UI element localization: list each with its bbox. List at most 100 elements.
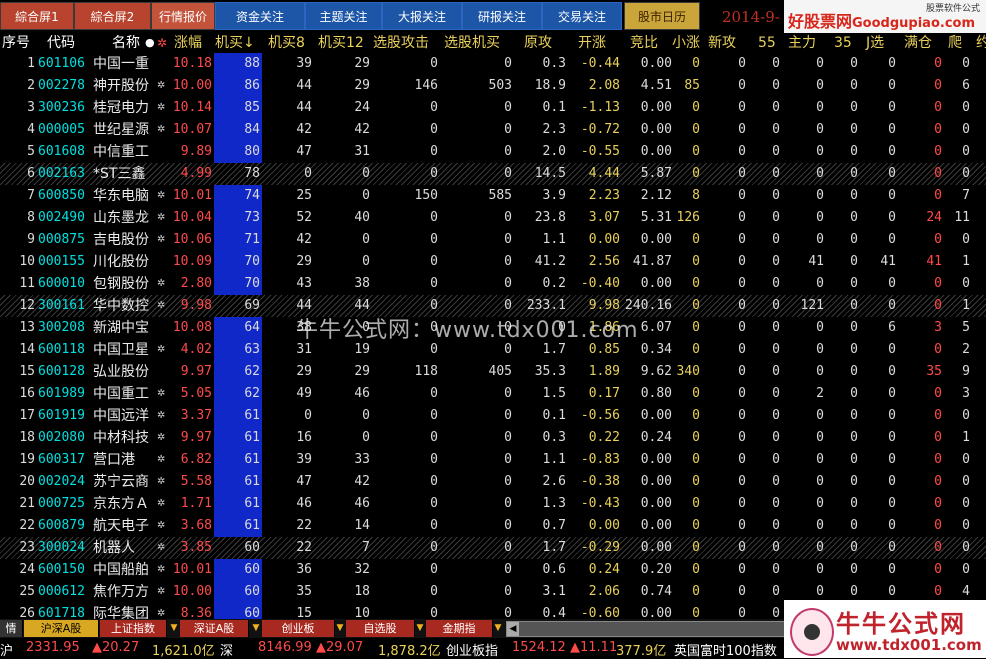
table-row[interactable]: 17 601919 中国远洋 3.37 61 0 0 0 0 0.1 -0.56 0.00 0 0 0 0 0 0… — [0, 405, 986, 427]
tab-research-focus[interactable]: 研报关注 — [462, 2, 542, 30]
cell-code: 300208 — [38, 320, 85, 335]
col-header-35[interactable]: 35 — [834, 33, 852, 53]
table-row[interactable]: 23 300024 机器人 3.85 60 22 7 0 0 1.7 -0.29 0.00 0 0 0 0 0 0… — [0, 537, 986, 559]
horizontal-scrollbar[interactable]: ◀ — [506, 621, 786, 637]
col-header-name[interactable]: 名称 — [112, 33, 140, 53]
tab-market-calendar[interactable]: 股市日历 — [624, 2, 700, 30]
col-header-jimai[interactable]: 机买↓ — [215, 33, 255, 53]
table-row[interactable]: 11 600010 包钢股份 2.80 70 43 38 0 0 0.2 -0.40 0.00 0 0 0 0… — [0, 273, 986, 295]
cell-bid-ratio: 0.00 — [640, 56, 672, 71]
cell-jimai12: 0 — [362, 166, 370, 181]
cell-change: 3.37 — [180, 408, 212, 423]
cell-jimai8: 47 — [296, 474, 312, 489]
cell-35: 0 — [850, 100, 858, 115]
cell-jimai12: 0 — [362, 188, 370, 203]
cell-no: 16 — [19, 386, 35, 401]
table-row[interactable]: 6 002163 *ST三鑫 4.99 78 0 0 0 0 14.5 4.44 5.87 0 0 0 0 0 0… — [0, 163, 986, 185]
table-row[interactable]: 8 002490 山东墨龙 10.04 73 52 40 0 0 23.8 3.07 5.31 126 0… — [0, 207, 986, 229]
cell-j-select: 0 — [888, 210, 896, 225]
col-header-full-position[interactable]: 满仓 — [904, 33, 932, 53]
cell-climb: 0 — [962, 122, 970, 137]
cell-code: 601608 — [38, 144, 85, 159]
dropdown-arrow-icon[interactable]: ▼ — [168, 620, 180, 637]
col-header-55[interactable]: 55 — [758, 33, 776, 53]
table-row[interactable]: 15 600128 弘业股份 9.97 62 29 29 118 405 35.3 1.89 9.62… — [0, 361, 986, 383]
tab-quotes[interactable]: 行情报价 — [151, 2, 215, 30]
bottom-tab-sz-a[interactable]: 深证A股 — [180, 620, 249, 637]
scroll-left-icon[interactable]: ◀ — [507, 622, 519, 636]
dropdown-arrow-icon[interactable]: ▼ — [492, 620, 504, 637]
col-header-yuangong[interactable]: 原攻 — [524, 33, 552, 53]
tab-composite-2[interactable]: 綜合屏2 — [74, 2, 151, 30]
table-row[interactable]: 20 002024 苏宁云商 5.58 61 47 42 0 0 2.6 -0.38 0.00 0 0 0 0… — [0, 471, 986, 493]
table-row[interactable]: 10 000155 川化股份 10.09 70 29 0 0 0 41.2 2.56 41.87 0 0 0… — [0, 251, 986, 273]
col-header-jimai12[interactable]: 机买12 — [318, 33, 364, 53]
col-header-main-force[interactable]: 主力 — [788, 33, 816, 53]
cell-35: 0 — [850, 562, 858, 577]
table-row[interactable]: 4 000005 世纪星源 10.07 84 42 42 0 0 2.3 -0.72 0.00 0 0 0 0… — [0, 119, 986, 141]
dropdown-arrow-icon[interactable]: ▼ — [250, 620, 262, 637]
col-header-open-change[interactable]: 开涨 — [578, 33, 606, 53]
cell-55: 0 — [772, 430, 780, 445]
col-header-last[interactable]: 约 — [976, 33, 986, 53]
cell-name: 焦作万方 — [93, 584, 149, 600]
cell-jimai8: 22 — [296, 540, 312, 555]
tab-composite-1[interactable]: 綜合屏1 — [0, 2, 74, 30]
table-row[interactable]: 18 002080 中材科技 9.97 61 16 0 0 0 0.3 0.22 0.24 0 0 0 0 0 0… — [0, 427, 986, 449]
cell-new-attack: 0 — [738, 100, 746, 115]
cell-35: 0 — [850, 56, 858, 71]
cell-55: 0 — [772, 254, 780, 269]
cell-jimai12: 18 — [354, 584, 370, 599]
cell-open-change: -0.43 — [580, 496, 620, 511]
cell-jimai: 78 — [244, 166, 260, 181]
ticker-gem-label: 创业板指 — [446, 644, 499, 659]
bottom-tab-gem[interactable]: 创业板 — [262, 620, 335, 637]
cell-climb: 0 — [962, 276, 970, 291]
table-row[interactable]: 19 600317 营口港 6.82 61 39 33 0 0 1.1 -0.83 0.00 0 0 0 0 0… — [0, 449, 986, 471]
col-header-new-attack[interactable]: 新攻 — [708, 33, 736, 53]
cell-new-attack: 0 — [738, 166, 746, 181]
table-row[interactable]: 1 601106 中国一重 10.18 88 39 29 0 0 0.3 -0.44 0.00 0 0 0 0… — [0, 53, 986, 75]
bottom-tab-sh-index[interactable]: 上证指数 — [100, 620, 167, 637]
col-header-jimai8[interactable]: 机买8 — [268, 33, 305, 53]
cell-small-rise: 0 — [692, 474, 700, 489]
cell-main-force: 0 — [816, 562, 824, 577]
table-row[interactable]: 21 000725 京东方Ａ 1.71 61 46 46 0 0 1.3 -0.43 0.00 0 0 0 0… — [0, 493, 986, 515]
col-header-j-select[interactable]: J选 — [866, 33, 884, 53]
col-header-code[interactable]: 代码 — [47, 33, 75, 53]
bottom-tab-sh-sz-a[interactable]: 沪深A股 — [24, 620, 99, 637]
col-header-xg-attack[interactable]: 选股攻击 — [373, 33, 429, 53]
tab-big-report-focus[interactable]: 大报关注 — [382, 2, 462, 30]
cell-jimai8: 44 — [296, 78, 312, 93]
ticker-sz-label: 深 — [220, 644, 234, 659]
bottom-tab-watchlist[interactable]: 自选股 — [346, 620, 415, 637]
table-row[interactable]: 9 000875 吉电股份 10.06 71 42 0 0 0 1.1 0.00 0.00 0 0 0 0 0 0… — [0, 229, 986, 251]
col-header-small-rise[interactable]: 小涨 — [672, 33, 700, 53]
cell-jimai: 62 — [244, 386, 260, 401]
cell-yuangong: 35.3 — [534, 364, 566, 379]
col-header-bid-ratio[interactable]: 竞比 — [630, 33, 658, 53]
table-row[interactable]: 24 600150 中国船舶 10.01 60 36 32 0 0 0.6 0.24 0.20 0 0 0 0… — [0, 559, 986, 581]
cell-yuangong: 0.7 — [542, 518, 566, 533]
col-header-xg-buy[interactable]: 选股机买 — [444, 33, 500, 53]
table-row[interactable]: 16 601989 中国重工 5.05 62 49 46 0 0 1.5 0.17 0.80 0 0 0 2 0… — [0, 383, 986, 405]
table-row[interactable]: 3 300236 桂冠电力 10.14 85 44 24 0 0 0.1 -1.13 0.00 0 0 0 0… — [0, 97, 986, 119]
bottom-tab-futures-index[interactable]: 金期指 — [426, 620, 493, 637]
tab-theme-focus[interactable]: 主题关注 — [305, 2, 382, 30]
table-row[interactable]: 7 600850 华东电脑 10.01 74 25 0 150 585 3.9 2.23 2.12 8 0… — [0, 185, 986, 207]
col-header-no[interactable]: 序号 — [2, 33, 30, 53]
tab-trade-focus[interactable]: 交易关注 — [542, 2, 622, 30]
dropdown-arrow-icon[interactable]: ▼ — [414, 620, 426, 637]
cell-name: 京东方Ａ — [93, 496, 149, 512]
tab-fund-focus[interactable]: 资金关注 — [215, 2, 305, 30]
cell-j-select: 0 — [888, 474, 896, 489]
cell-main-force: 0 — [816, 122, 824, 137]
cell-open-change: 2.56 — [588, 254, 620, 269]
table-row[interactable]: 2 002278 神开股份 10.00 86 44 29 146 503 18.9 2.08 4.51… — [0, 75, 986, 97]
col-header-climb[interactable]: 爬 — [948, 33, 962, 53]
cell-open-change: -1.13 — [580, 100, 620, 115]
table-row[interactable]: 5 601608 中信重工 9.89 80 47 31 0 0 2.0 -0.55 0.00 0 0 0 0 0… — [0, 141, 986, 163]
col-header-change[interactable]: 涨幅 — [174, 33, 202, 53]
dropdown-arrow-icon[interactable]: ▼ — [334, 620, 346, 637]
table-row[interactable]: 22 600879 航天电子 3.68 61 22 14 0 0 0.7 0.00 0.00 0 0 0 0 0… — [0, 515, 986, 537]
